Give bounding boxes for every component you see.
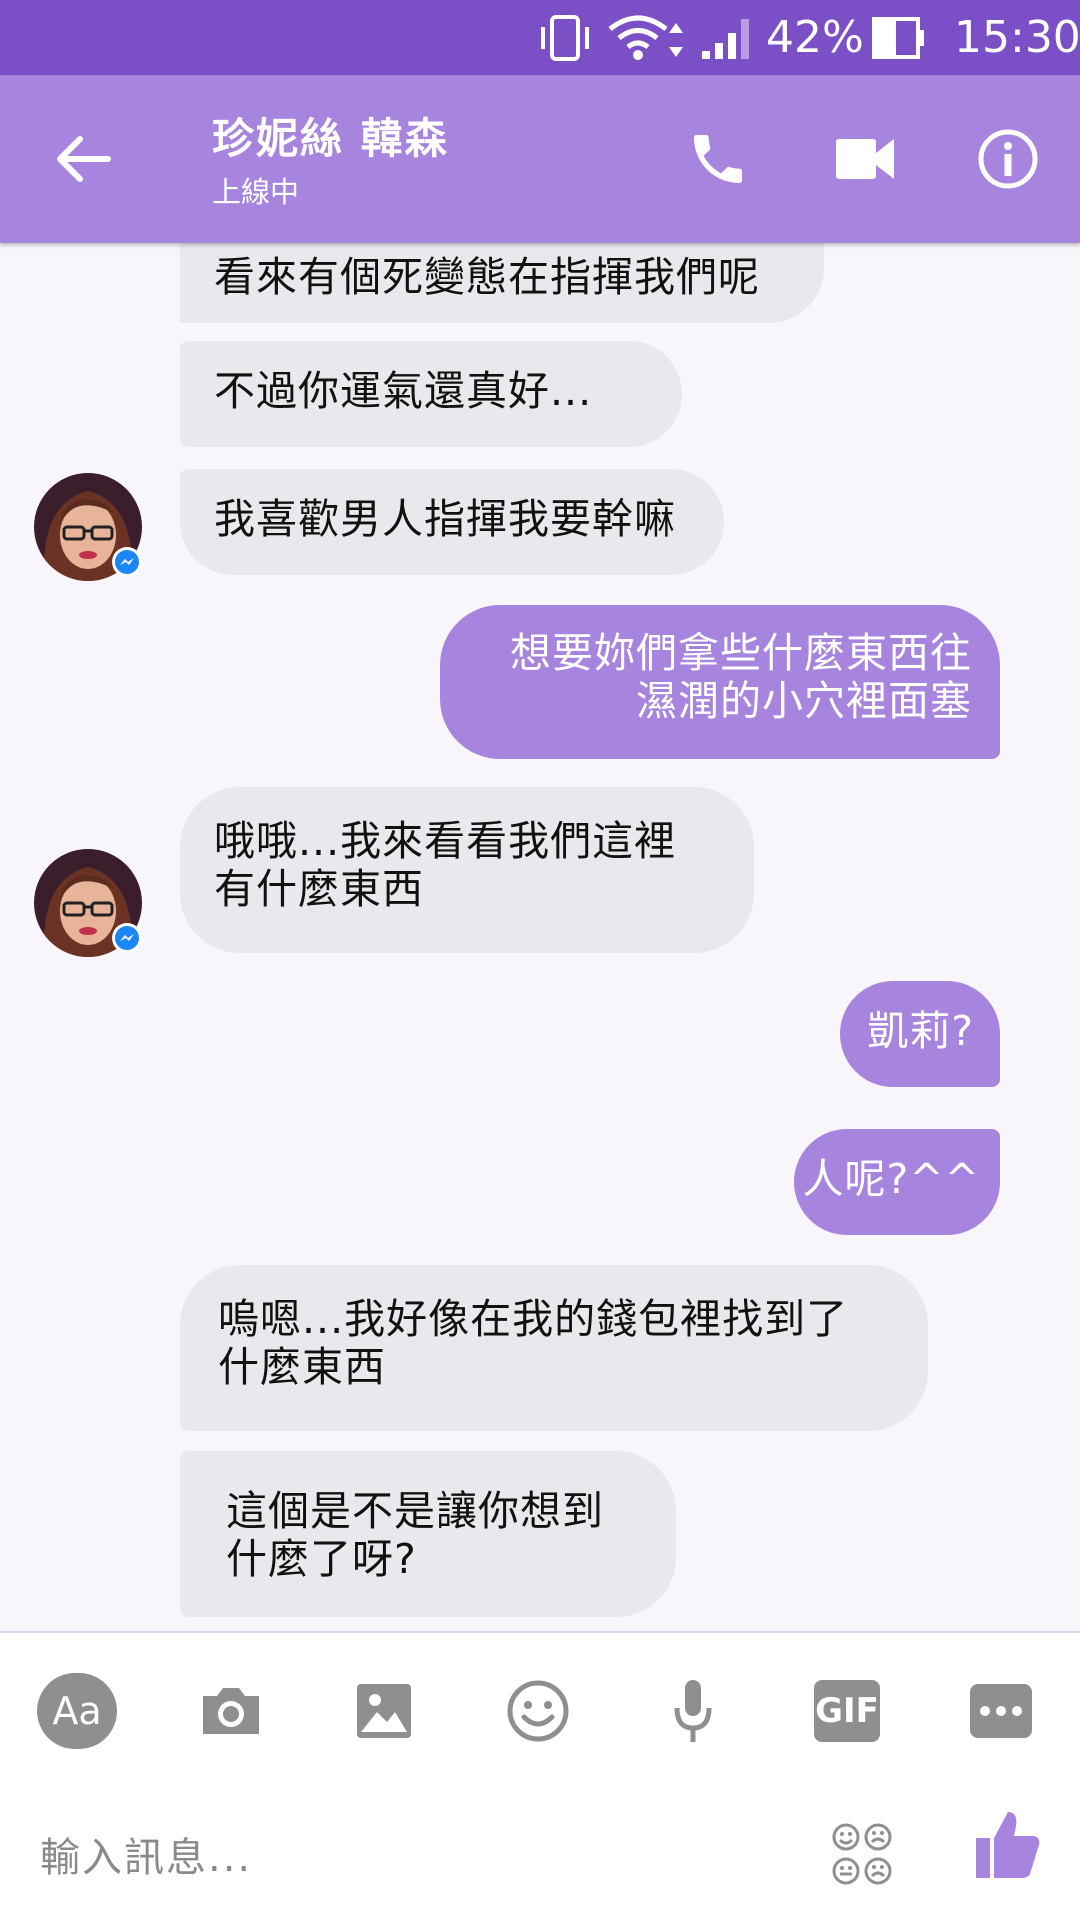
signal-icon — [700, 0, 758, 75]
message-bubble[interactable]: 想要妳們拿些什麼東西往 濕潤的小穴裡面塞 — [440, 605, 1000, 759]
message-text-line: 濕潤的小穴裡面塞 — [636, 677, 972, 725]
message-bubble[interactable]: 不過你運氣還真好... — [180, 341, 682, 447]
message-text-line: 嗚嗯...我好像在我的錢包裡找到了 — [218, 1295, 849, 1343]
message-text: 凱莉? — [867, 1007, 974, 1055]
avatar[interactable] — [34, 473, 142, 581]
composer: Aa GIF — [0, 1633, 1080, 1920]
chat-header: 珍妮絲 韓森 上線中 — [0, 75, 1080, 243]
messenger-badge-icon — [112, 923, 142, 953]
info-icon — [978, 129, 1038, 189]
message-bubble[interactable]: 哦哦...我來看看我們這裡 有什麼東西 — [180, 787, 754, 953]
message-text: 不過你運氣還真好... — [214, 367, 593, 415]
message-input[interactable] — [40, 1818, 810, 1898]
camera-button[interactable] — [196, 1673, 266, 1749]
message-list[interactable]: 看來有個死變態在指揮我們呢 不過你運氣還真好... 我喜歡男人指揮我要幹嘛 想要… — [0, 243, 1080, 1631]
message-text-line: 哦哦...我來看看我們這裡 — [214, 817, 677, 865]
more-icon — [980, 1706, 1022, 1716]
back-arrow-icon — [57, 136, 111, 182]
sticker-icon — [832, 1823, 892, 1885]
battery-percent: 42% — [766, 12, 864, 63]
message-text: 人呢?^^ — [802, 1155, 980, 1203]
voice-message-button[interactable] — [670, 1673, 716, 1749]
text-format-button[interactable]: Aa — [37, 1673, 117, 1749]
message-bubble[interactable]: 我喜歡男人指揮我要幹嘛 — [180, 469, 724, 575]
avatar[interactable] — [34, 849, 142, 957]
video-icon — [836, 139, 894, 179]
info-button[interactable] — [976, 127, 1040, 191]
message-text-line: 有什麼東西 — [214, 865, 424, 913]
gallery-button[interactable] — [352, 1673, 416, 1749]
contact-status: 上線中 — [212, 175, 300, 209]
message-bubble[interactable]: 看來有個死變態在指揮我們呢 — [180, 243, 824, 323]
like-button[interactable] — [974, 1808, 1042, 1880]
voice-call-button[interactable] — [686, 127, 750, 191]
emoji-icon — [507, 1680, 569, 1742]
message-text-line: 什麼東西 — [218, 1343, 386, 1391]
video-call-button[interactable] — [834, 133, 896, 185]
phone-icon — [694, 135, 742, 183]
microphone-icon — [674, 1680, 712, 1742]
camera-icon — [203, 1688, 259, 1734]
message-bubble[interactable]: 這個是不是讓你想到 什麼了呀? — [180, 1451, 676, 1617]
clock: 15:30 — [954, 12, 1080, 63]
message-bubble[interactable]: 人呢?^^ — [794, 1129, 1000, 1235]
thumbs-up-icon — [976, 1812, 1040, 1878]
message-text: 我喜歡男人指揮我要幹嘛 — [214, 495, 676, 543]
contact-name[interactable]: 珍妮絲 韓森 — [212, 105, 449, 166]
message-text: 看來有個死變態在指揮我們呢 — [214, 253, 760, 301]
emoji-button[interactable] — [502, 1673, 574, 1749]
message-bubble[interactable]: 嗚嗯...我好像在我的錢包裡找到了 什麼東西 — [180, 1265, 928, 1431]
messenger-badge-icon — [112, 547, 142, 577]
message-text-line: 想要妳們拿些什麼東西往 — [510, 629, 972, 677]
message-text-line: 什麼了呀? — [226, 1535, 417, 1583]
more-button[interactable] — [970, 1684, 1032, 1738]
status-bar: 42% 15:30 — [0, 0, 1080, 75]
sticker-button[interactable] — [830, 1821, 894, 1887]
battery-icon — [872, 0, 926, 75]
gif-button[interactable]: GIF — [814, 1680, 880, 1742]
back-button[interactable] — [52, 127, 116, 191]
wifi-icon — [606, 0, 692, 75]
image-icon — [357, 1684, 411, 1738]
message-text-line: 這個是不是讓你想到 — [226, 1487, 604, 1535]
message-bubble[interactable]: 凱莉? — [840, 981, 1000, 1087]
vibrate-icon — [538, 0, 592, 75]
